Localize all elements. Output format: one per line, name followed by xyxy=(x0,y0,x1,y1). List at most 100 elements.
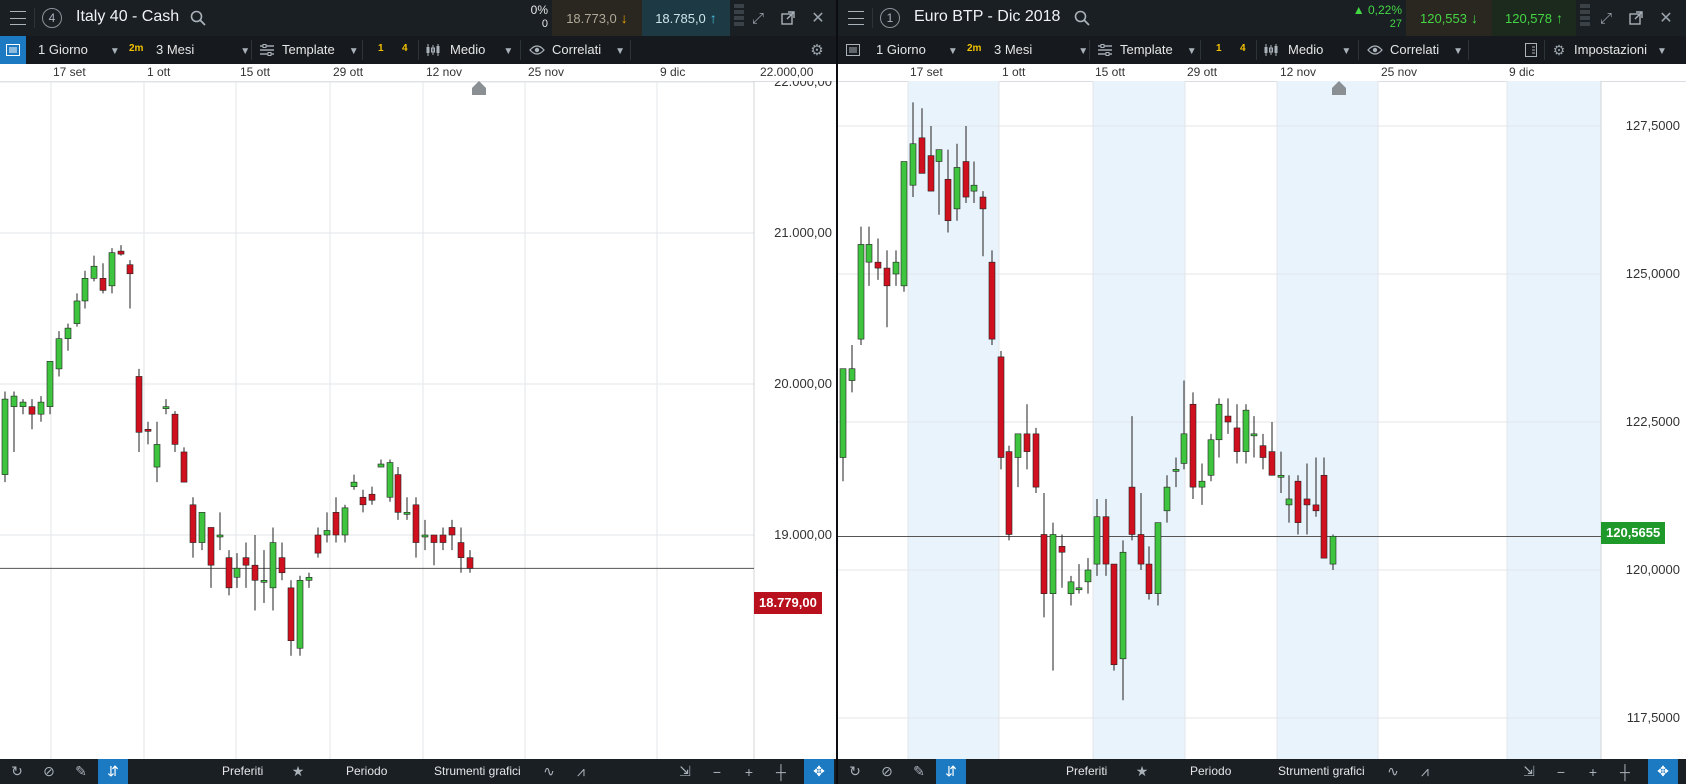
list-view-icon[interactable] xyxy=(844,42,862,58)
period-dropdown[interactable]: 1 Giorno ▼ xyxy=(876,36,958,64)
zoom-in-icon[interactable]: + xyxy=(1578,759,1608,784)
refresh-icon[interactable]: ↻ xyxy=(840,759,870,784)
star-icon[interactable]: ★ xyxy=(1127,759,1157,784)
candle-body xyxy=(1189,403,1197,488)
scroll-marker-icon[interactable] xyxy=(472,81,486,88)
close-icon[interactable]: ✕ xyxy=(1656,9,1676,27)
impostazioni-dropdown[interactable]: Impostazioni ▼ xyxy=(1574,36,1667,64)
periodo-button[interactable]: Periodo xyxy=(1190,759,1231,784)
indicator-badge-1[interactable]: 1 xyxy=(1216,43,1222,54)
drawing-tool-icon[interactable]: ⩘ xyxy=(566,759,596,784)
candle-body xyxy=(1250,433,1258,437)
scroll-marker-body xyxy=(472,88,486,95)
bottom-toolbar: ↻ ⊘ ✎ ⇵ Preferiti ★ Periodo Strumenti gr… xyxy=(838,759,1686,784)
preferiti-button[interactable]: Preferiti xyxy=(222,759,263,784)
candle-body xyxy=(1058,546,1066,553)
expand-icon[interactable]: ⤢ xyxy=(748,9,768,27)
template-dropdown[interactable]: Template ▼ xyxy=(282,36,359,64)
bid-button[interactable]: 120,553 ↓ xyxy=(1406,0,1492,36)
hamburger-menu-icon[interactable] xyxy=(846,8,866,28)
no-entry-icon[interactable]: ⊘ xyxy=(34,759,64,784)
title-bar: 1 Euro BTP - Dic 2018 ▲ 0,22% 27 120,553… xyxy=(838,0,1686,36)
candle-body xyxy=(439,534,447,543)
candle-body xyxy=(1285,498,1293,506)
scroll-marker-icon[interactable] xyxy=(1332,81,1346,88)
ask-button[interactable]: 120,578 ↑ xyxy=(1492,0,1576,36)
candlestick-chart-svg[interactable]: 127,5000 125,0000 122,5000 120,0000 117,5000 xyxy=(838,81,1686,759)
price-chart[interactable]: 22.000,00 21.000,00 20.000,00 19.000,00 18.… xyxy=(0,74,836,759)
drag-mode-icon[interactable]: ⇵ xyxy=(936,759,966,784)
candle-body xyxy=(1093,516,1101,565)
last-price-label: 120,5655 xyxy=(1601,522,1666,544)
indicator-wave-icon[interactable]: ∿ xyxy=(534,759,564,784)
ask-button[interactable]: 18.785,0 ↑ xyxy=(642,0,730,36)
strumenti-grafici-button[interactable]: Strumenti grafici xyxy=(434,759,521,784)
linked-group-badge[interactable]: 4 xyxy=(42,8,62,28)
instrument-title[interactable]: Italy 40 - Cash xyxy=(76,8,179,26)
pan-icon[interactable]: ✥ xyxy=(804,759,834,784)
x-tick-label: 1 ott xyxy=(147,65,171,79)
depth-bars-icon xyxy=(1580,4,1590,32)
star-icon[interactable]: ★ xyxy=(283,759,313,784)
correlati-dropdown[interactable]: Correlati ▼ xyxy=(552,36,625,64)
chart-style-dropdown[interactable]: Medio ▼ xyxy=(450,36,513,64)
expand-icon[interactable]: ⤢ xyxy=(1596,9,1616,27)
indicator-badge-4[interactable]: 4 xyxy=(402,43,408,54)
pencil-icon[interactable]: ✎ xyxy=(904,759,934,784)
candlestick-chart-svg[interactable]: 22.000,00 21.000,00 20.000,00 19.000,00 xyxy=(0,74,836,759)
pencil-icon[interactable]: ✎ xyxy=(66,759,96,784)
zoom-out-icon[interactable]: − xyxy=(702,759,732,784)
price-chart[interactable]: 127,5000 125,0000 122,5000 120,0000 117,5000… xyxy=(838,81,1686,759)
close-icon[interactable]: ✕ xyxy=(808,9,828,27)
pan-icon[interactable]: ✥ xyxy=(1648,759,1678,784)
zoom-in-icon[interactable]: + xyxy=(734,759,764,784)
y-tick-label: 117,5000 xyxy=(1627,710,1680,725)
range-dropdown[interactable]: 3 Mesi ▼ xyxy=(994,36,1088,64)
instrument-title[interactable]: Euro BTP - Dic 2018 xyxy=(914,8,1060,26)
sidebar-list-icon[interactable] xyxy=(1522,42,1540,58)
candle-body xyxy=(269,542,277,589)
crosshair-icon[interactable]: ┼ xyxy=(1610,759,1640,784)
strumenti-grafici-button[interactable]: Strumenti grafici xyxy=(1278,759,1365,784)
chart-style-dropdown[interactable]: Medio ▼ xyxy=(1288,36,1351,64)
no-entry-icon[interactable]: ⊘ xyxy=(872,759,902,784)
candle-body xyxy=(332,512,340,536)
bid-price: 18.773,0 xyxy=(566,10,617,26)
popout-icon[interactable] xyxy=(1626,9,1646,27)
chart-pane-italy40: 4 Italy 40 - Cash 0% 0 18.773,0 ↓ 18.785… xyxy=(0,0,836,784)
search-icon[interactable] xyxy=(188,9,208,27)
range-dropdown[interactable]: 3 Mesi ▼ xyxy=(156,36,250,64)
list-view-icon[interactable] xyxy=(0,36,26,64)
search-icon[interactable] xyxy=(1072,9,1092,27)
indicator-badge-4[interactable]: 4 xyxy=(1240,43,1246,54)
preferiti-button[interactable]: Preferiti xyxy=(1066,759,1107,784)
x-tick-label: 12 nov xyxy=(1280,65,1317,79)
candle-body xyxy=(81,278,89,302)
zoom-out-icon[interactable]: − xyxy=(1546,759,1576,784)
x-axis-top: 17 set 1 ott 15 ott 29 ott 12 nov 25 nov 9 dic… xyxy=(0,64,836,82)
drawing-tool-icon[interactable]: ⩘ xyxy=(1410,759,1440,784)
crosshair-icon[interactable]: ┼ xyxy=(766,759,796,784)
candle-body xyxy=(883,267,891,287)
linked-group-badge[interactable]: 1 xyxy=(880,8,900,28)
candle-body xyxy=(314,534,322,554)
candle-body xyxy=(180,451,188,483)
fit-icon[interactable]: ⇲ xyxy=(670,759,700,784)
candle-body xyxy=(377,463,385,468)
chart-toolbar: 1 Giorno ▼ 2m 3 Mesi ▼ Template ▼ 1 4 Medio… xyxy=(838,36,1686,64)
bid-button[interactable]: 18.773,0 ↓ xyxy=(552,0,642,36)
period-dropdown[interactable]: 1 Giorno ▼ xyxy=(38,36,120,64)
indicator-wave-icon[interactable]: ∿ xyxy=(1378,759,1408,784)
timeframe-badge: 2m xyxy=(129,43,144,54)
periodo-button[interactable]: Periodo xyxy=(346,759,387,784)
settings-gear-icon[interactable]: ⚙ xyxy=(808,42,826,59)
fit-icon[interactable]: ⇲ xyxy=(1514,759,1544,784)
refresh-icon[interactable]: ↻ xyxy=(2,759,32,784)
candle-body xyxy=(988,261,996,340)
drag-mode-icon[interactable]: ⇵ xyxy=(98,759,128,784)
template-dropdown[interactable]: Template ▼ xyxy=(1120,36,1197,64)
indicator-badge-1[interactable]: 1 xyxy=(378,43,384,54)
popout-icon[interactable] xyxy=(778,9,798,27)
hamburger-menu-icon[interactable] xyxy=(8,8,28,28)
correlati-dropdown[interactable]: Correlati ▼ xyxy=(1390,36,1463,64)
